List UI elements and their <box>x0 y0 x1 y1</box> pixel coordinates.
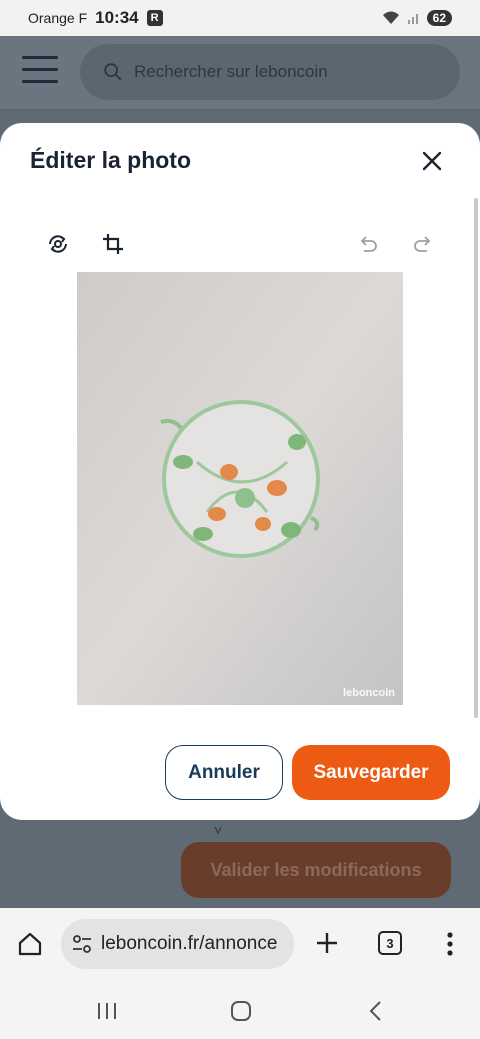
tab-switcher-button[interactable]: 3 <box>378 931 402 955</box>
photo-image <box>77 272 403 705</box>
validate-changes-button[interactable]: Valider les modifications <box>181 842 451 898</box>
scrollbar[interactable] <box>474 198 478 718</box>
recent-apps-icon[interactable] <box>96 1000 118 1022</box>
page-header: Rechercher sur leboncoin <box>0 36 480 110</box>
rotate-icon[interactable] <box>45 231 71 257</box>
battery-indicator: 62 <box>426 10 452 26</box>
menu-icon-bar <box>22 80 58 83</box>
notification-icon: R <box>146 10 163 26</box>
redo-icon[interactable] <box>410 231 436 257</box>
home-icon[interactable] <box>16 930 44 958</box>
more-options-icon[interactable] <box>440 930 460 958</box>
save-button[interactable]: Sauvegarder <box>292 745 450 800</box>
address-bar[interactable]: leboncoin.fr/annonce <box>61 919 294 969</box>
search-bar[interactable]: Rechercher sur leboncoin <box>80 44 460 100</box>
status-bar: Orange F 10:34 R 62 <box>0 0 480 36</box>
menu-button[interactable] <box>22 56 58 88</box>
url-text: leboncoin.fr/annonce <box>101 933 278 954</box>
menu-icon-bar <box>22 68 58 71</box>
clock: 10:34 <box>95 8 139 27</box>
search-placeholder: Rechercher sur leboncoin <box>134 62 328 81</box>
close-icon[interactable] <box>418 147 446 175</box>
signal-icon <box>407 14 418 24</box>
wifi-icon <box>382 11 399 24</box>
site-settings-icon[interactable] <box>71 933 93 955</box>
back-icon[interactable] <box>366 999 386 1023</box>
system-nav-bar <box>0 980 480 1039</box>
chevron-down-icon: ˅ <box>214 822 223 838</box>
search-icon <box>104 63 122 81</box>
carrier-label: Orange F <box>28 10 88 26</box>
photo-watermark: leboncoin <box>343 687 395 699</box>
home-nav-icon[interactable] <box>229 999 253 1023</box>
edit-photo-modal: Éditer la photo leboncoin Annuler Sauveg… <box>0 123 480 820</box>
undo-icon[interactable] <box>355 231 381 257</box>
modal-title: Éditer la photo <box>30 147 191 173</box>
menu-icon-bar <box>22 56 58 59</box>
new-tab-icon[interactable] <box>314 930 340 956</box>
browser-toolbar: leboncoin.fr/annonce 3 <box>0 908 480 980</box>
cancel-button[interactable]: Annuler <box>165 745 283 800</box>
crop-icon[interactable] <box>100 231 126 257</box>
photo-preview[interactable]: leboncoin <box>77 272 403 705</box>
